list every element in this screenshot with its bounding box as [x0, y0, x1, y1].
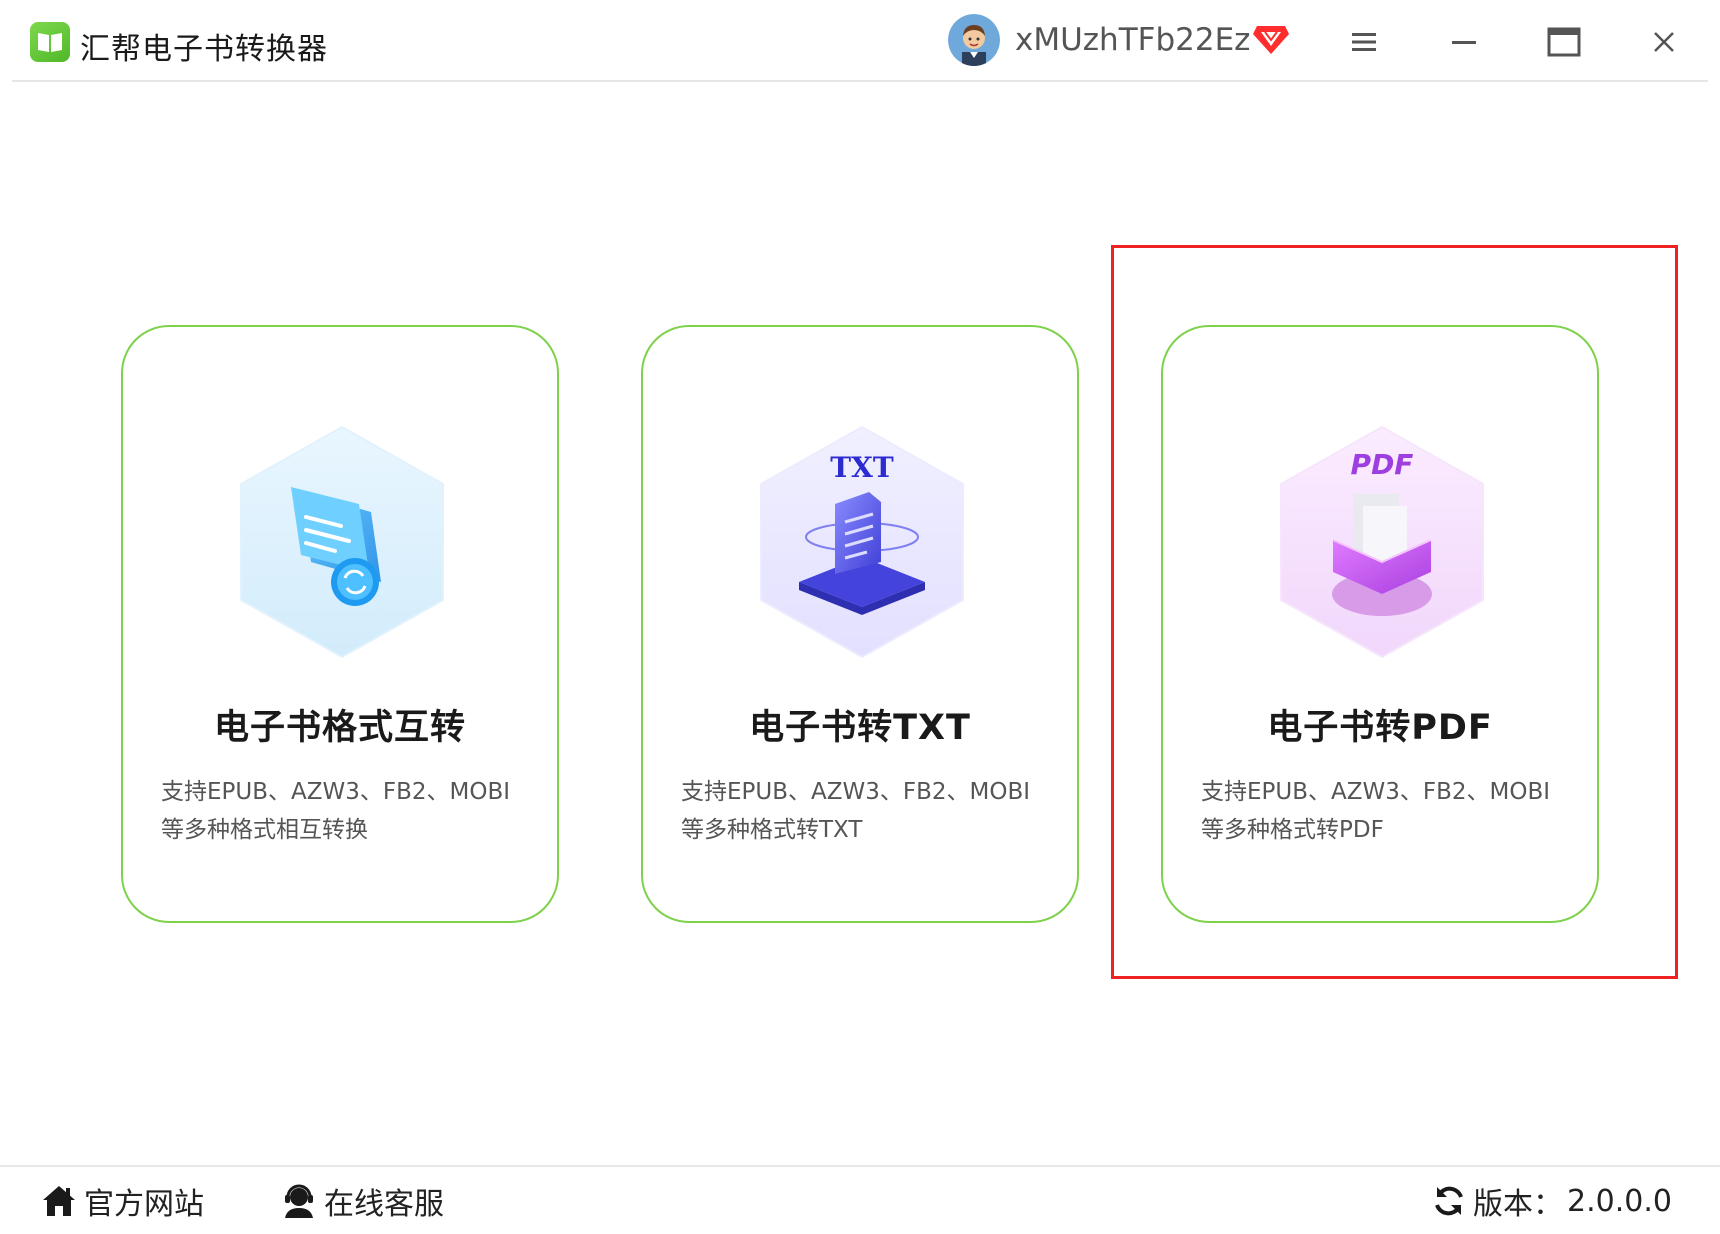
minimize-button[interactable] [1440, 20, 1488, 64]
highlight-box [1111, 245, 1678, 979]
footer-bar: 官方网站 在线客服 版本： 2.0.0.0 [0, 1165, 1720, 1234]
card-desc-line: 支持EPUB、AZW3、FB2、MOBI [681, 779, 1031, 805]
close-icon [1654, 32, 1674, 52]
version-value: 2.0.0.0 [1567, 1183, 1672, 1219]
hamburger-menu-icon [1352, 33, 1376, 51]
txt-icon-label: TXT [830, 451, 894, 484]
user-avatar[interactable] [948, 14, 1000, 66]
vip-diamond-icon[interactable] [1251, 18, 1291, 58]
maximize-icon [1547, 27, 1581, 57]
menu-button[interactable] [1340, 20, 1388, 64]
close-button[interactable] [1640, 20, 1688, 64]
minimize-icon [1452, 41, 1476, 44]
title-divider [12, 80, 1708, 82]
footer-divider [0, 1165, 1720, 1167]
card-description: 支持EPUB、AZW3、FB2、MOBI 等多种格式转TXT [681, 773, 1057, 849]
official-site-label: 官方网站 [84, 1187, 204, 1222]
maximize-button[interactable] [1540, 20, 1588, 64]
app-logo-icon [30, 22, 70, 62]
version-info[interactable]: 版本： 2.0.0.0 [1431, 1177, 1672, 1225]
card-description: 支持EPUB、AZW3、FB2、MOBI 等多种格式相互转换 [161, 773, 537, 849]
username[interactable]: xMUzhTFb22Ez [1015, 22, 1250, 58]
official-site-link[interactable]: 官方网站 [40, 1177, 204, 1225]
customer-service-icon [285, 1184, 313, 1218]
app-title: 汇帮电子书转换器 [80, 32, 328, 67]
refresh-icon [1435, 1186, 1463, 1216]
online-service-link[interactable]: 在线客服 [280, 1177, 444, 1225]
card-format-convert[interactable]: 电子书格式互转 支持EPUB、AZW3、FB2、MOBI 等多种格式相互转换 [121, 325, 559, 923]
card-desc-line: 等多种格式相互转换 [161, 817, 368, 843]
card-title: 电子书转TXT [749, 708, 971, 748]
card-desc-line: 支持EPUB、AZW3、FB2、MOBI [161, 779, 511, 805]
card-title: 电子书格式互转 [213, 708, 466, 748]
card-desc-line: 等多种格式转TXT [681, 817, 863, 843]
card-to-txt[interactable]: TXT 电子书转TXT 支持EPUB、AZW3、FB2、MOBI 等多种格式转T… [641, 325, 1079, 923]
version-label: 版本： [1473, 1187, 1564, 1222]
title-bar: 汇帮电子书转换器 xMUzhTFb22Ez [0, 0, 1720, 82]
txt-document-icon: TXT [751, 422, 973, 662]
home-icon [43, 1186, 75, 1216]
ebook-format-convert-icon [231, 422, 453, 662]
online-service-label: 在线客服 [324, 1187, 444, 1222]
